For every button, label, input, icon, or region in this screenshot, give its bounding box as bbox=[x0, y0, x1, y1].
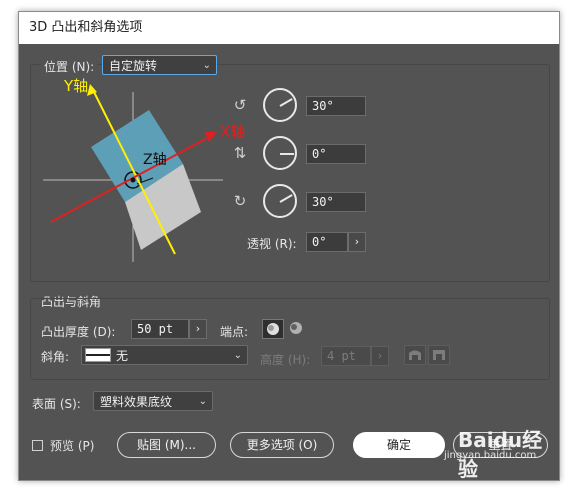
x-axis-arrow bbox=[205, 132, 217, 142]
dialog-title: 3D 凸出和斜角选项 bbox=[29, 20, 143, 35]
position-preset-value: 自定旋转 bbox=[109, 59, 158, 73]
watermark-url: jingyan.baidu.com bbox=[444, 450, 537, 461]
bevel-in-icon bbox=[433, 350, 445, 360]
z-axis-label: Z轴 bbox=[143, 152, 167, 168]
cap-on-button[interactable] bbox=[262, 319, 284, 339]
perspective-slider-button[interactable]: › bbox=[348, 232, 366, 252]
rotate-y-input[interactable]: 0° bbox=[306, 144, 366, 164]
extrude-depth-label: 凸出厚度 (D): bbox=[41, 325, 116, 339]
bevel-value: 无 bbox=[116, 349, 129, 363]
chevron-right-icon: › bbox=[354, 235, 360, 248]
bevel-none-swatch-icon bbox=[85, 348, 111, 362]
surface-value: 塑料效果底纹 bbox=[100, 395, 173, 409]
bevel-height-input[interactable]: 4 pt bbox=[321, 346, 371, 366]
chevron-down-icon: ⌄ bbox=[233, 350, 242, 361]
rotate-y-axis-icon: ⇅ bbox=[233, 144, 247, 162]
perspective-label: 透视 (R): bbox=[247, 237, 297, 251]
surface-dropdown[interactable]: 塑料效果底纹 ⌄ bbox=[93, 391, 213, 411]
bevel-extend-in-button[interactable] bbox=[428, 345, 450, 365]
cap-off-button[interactable] bbox=[286, 319, 308, 339]
watermark: Baidu经验 jingyan.baidu.com bbox=[430, 418, 560, 481]
y-axis-label: Y轴 bbox=[64, 77, 89, 95]
rotate-x-input[interactable]: 30° bbox=[306, 96, 366, 116]
rotate-z-axis-icon: ↻ bbox=[233, 192, 247, 210]
chevron-right-icon: › bbox=[195, 322, 201, 335]
surface-label: 表面 (S): bbox=[32, 397, 81, 411]
preview-label[interactable]: 预览 (P) bbox=[50, 437, 94, 454]
cap-label: 端点: bbox=[220, 325, 249, 339]
title-bar: 3D 凸出和斜角选项 bbox=[19, 12, 559, 44]
bevel-out-icon bbox=[409, 350, 421, 360]
origin-point bbox=[130, 177, 136, 183]
rotate-z-dial[interactable] bbox=[263, 184, 297, 218]
chevron-down-icon: ⌄ bbox=[198, 396, 207, 407]
bevel-label: 斜角: bbox=[41, 350, 70, 364]
rotate-x-dial[interactable] bbox=[263, 88, 297, 122]
bevel-height-slider-button[interactable]: › bbox=[371, 346, 389, 366]
bevel-dropdown[interactable]: 无 ⌄ bbox=[81, 345, 248, 365]
cap-on-icon bbox=[267, 323, 279, 335]
bevel-height-label: 高度 (H): bbox=[260, 353, 311, 367]
rotation-preview-track[interactable] bbox=[43, 72, 223, 262]
cap-off-icon bbox=[290, 322, 302, 334]
bevel-extend-out-button[interactable] bbox=[404, 345, 426, 365]
rotation-preview bbox=[43, 84, 223, 262]
x-axis-label: X轴 bbox=[220, 123, 246, 141]
more-options-button[interactable]: 更多选项 (O) bbox=[230, 432, 334, 458]
rotate-x-axis-icon: ↺ bbox=[233, 96, 247, 114]
rotate-z-input[interactable]: 30° bbox=[306, 192, 366, 212]
extrude-depth-input[interactable]: 50 pt bbox=[131, 319, 189, 339]
preview-checkbox[interactable] bbox=[32, 440, 43, 451]
rotate-y-dial[interactable] bbox=[263, 136, 297, 170]
map-button[interactable]: 贴图 (M)... bbox=[117, 432, 216, 458]
perspective-input[interactable]: 0° bbox=[306, 232, 348, 252]
chevron-right-icon: › bbox=[377, 349, 383, 362]
extrude-depth-slider-button[interactable]: › bbox=[189, 319, 207, 339]
3d-extrude-bevel-dialog: 3D 凸出和斜角选项 位置 (N): 自定旋转 ⌄ Y轴 X轴 Z轴 ↺ 30°… bbox=[18, 11, 560, 481]
